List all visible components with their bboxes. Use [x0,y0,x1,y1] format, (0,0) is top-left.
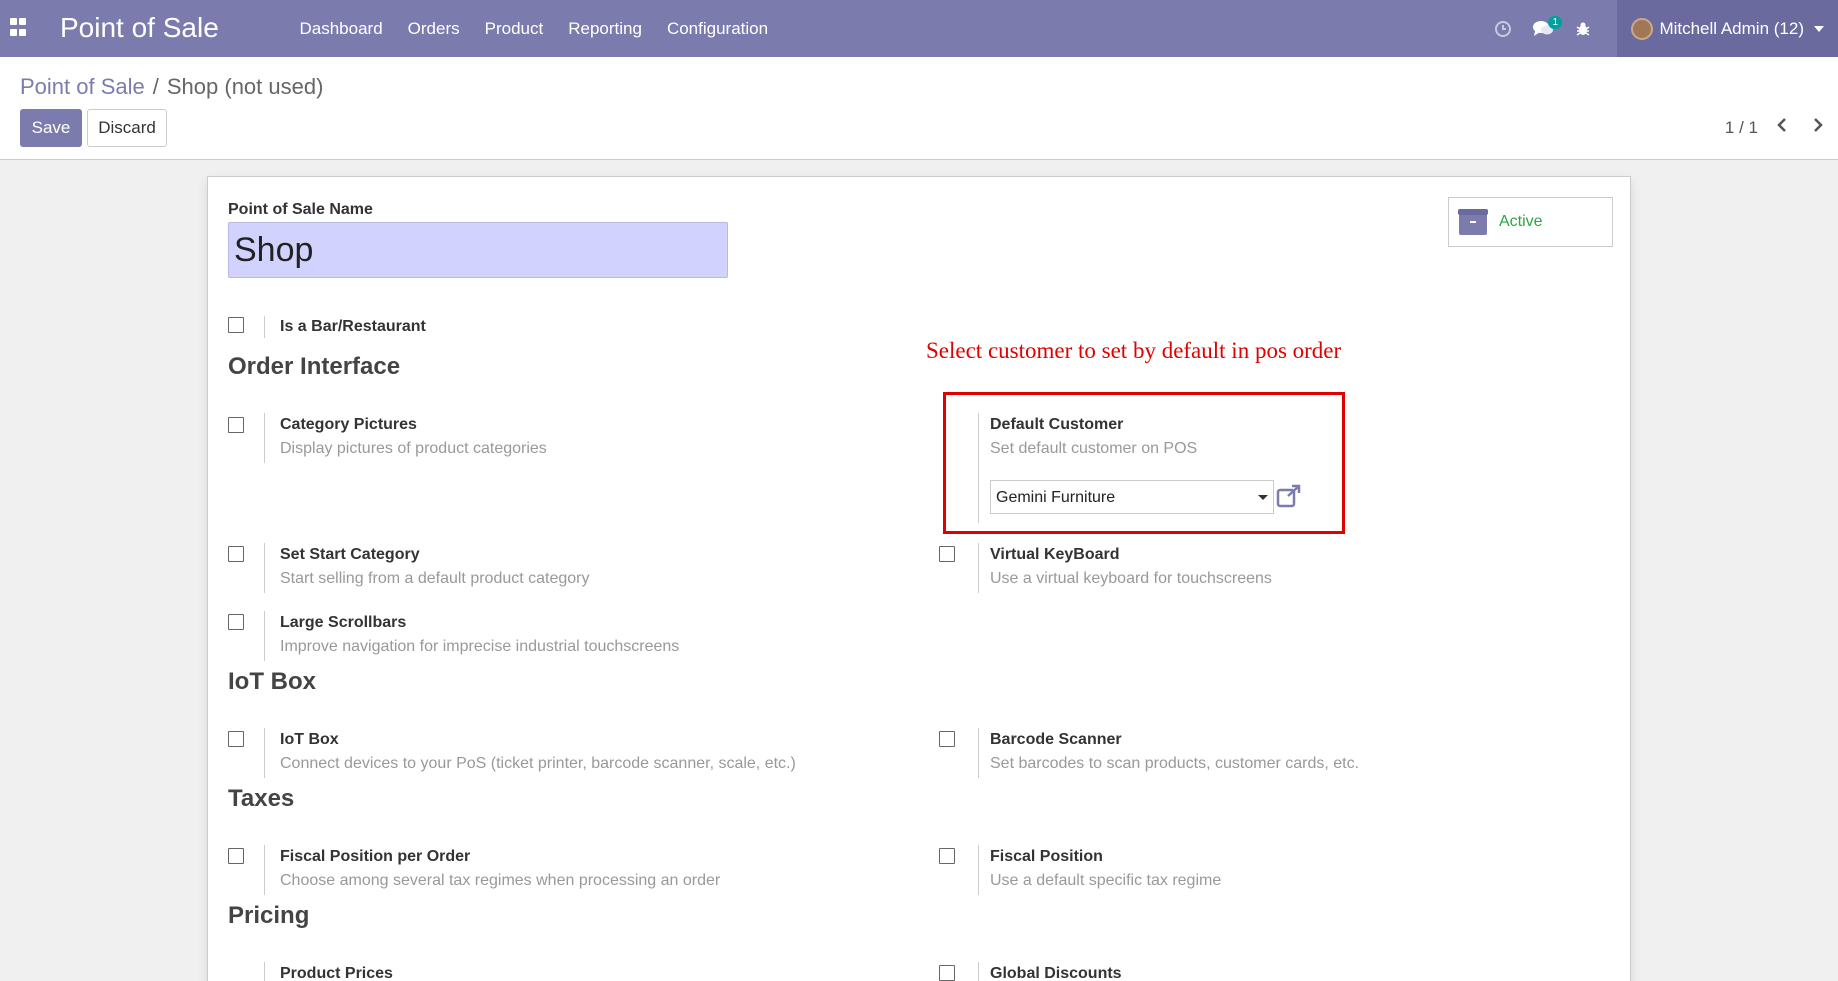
fiscal-position-per-order-checkbox[interactable] [228,848,244,864]
set-start-category-checkbox[interactable] [228,546,244,562]
apps-menu-icon[interactable] [10,18,30,38]
divider [978,728,979,778]
breadcrumb-separator: / [152,74,159,99]
barcode-scanner-title: Barcode Scanner [990,731,1122,748]
pos-name-label: Point of Sale Name [228,201,373,218]
divider [264,413,265,463]
divider [264,316,265,338]
pager-previous-icon[interactable] [1776,117,1788,138]
section-order-interface: Order Interface [228,353,401,380]
save-button[interactable]: Save [20,109,82,147]
user-menu[interactable]: Mitchell Admin (12) [1617,0,1838,57]
breadcrumb: Point of Sale / Shop (not used) [20,74,323,100]
section-taxes: Taxes [228,785,295,812]
chevron-down-icon [1814,25,1824,32]
archive-icon [1458,209,1488,235]
bar-restaurant-label: Is a Bar/Restaurant [280,318,426,335]
category-pictures-desc: Display pictures of product categories [280,440,547,457]
category-pictures-title: Category Pictures [280,416,417,433]
iot-box-title: IoT Box [280,731,339,748]
avatar [1631,17,1654,40]
global-discounts-title: Global Discounts [990,965,1122,981]
divider [978,413,979,523]
menu-orders[interactable]: Orders [395,19,472,39]
discard-button[interactable]: Discard [87,109,167,147]
fiscal-position-title: Fiscal Position [990,848,1103,865]
menu-configuration[interactable]: Configuration [654,19,780,39]
divider [264,845,265,895]
divider [978,962,979,981]
top-navbar: Point of Sale Dashboard Orders Product R… [0,0,1838,57]
active-label: Active [1499,213,1543,230]
divider [264,962,265,981]
fiscal-position-desc: Use a default specific tax regime [990,872,1222,889]
global-discounts-checkbox[interactable] [939,965,955,981]
barcode-scanner-desc: Set barcodes to scan products, customer … [990,755,1360,772]
form-sheet: Point of Sale Name Active Is a Bar/Resta… [207,176,1631,981]
dropdown-arrow-icon[interactable] [1258,495,1268,500]
menu-reporting[interactable]: Reporting [556,19,655,39]
menu-dashboard[interactable]: Dashboard [287,19,395,39]
pager-value[interactable]: 1 / 1 [1725,118,1758,138]
divider [978,543,979,593]
section-iot-box: IoT Box [228,668,316,695]
large-scrollbars-checkbox[interactable] [228,614,244,630]
iot-box-checkbox[interactable] [228,731,244,747]
activity-clock-icon[interactable] [1483,0,1523,57]
pos-name-input[interactable] [228,222,728,278]
fiscal-position-per-order-desc: Choose among several tax regimes when pr… [280,872,721,889]
debug-bug-icon[interactable] [1563,0,1603,57]
user-name: Mitchell Admin (12) [1659,18,1804,38]
virtual-keyboard-desc: Use a virtual keyboard for touchscreens [990,570,1272,587]
main-menu: Dashboard Orders Product Reporting Confi… [287,0,781,57]
fiscal-position-checkbox[interactable] [939,848,955,864]
default-customer-value: Gemini Furniture [996,489,1116,506]
virtual-keyboard-checkbox[interactable] [939,546,955,562]
app-brand[interactable]: Point of Sale [60,12,219,44]
control-panel: Point of Sale / Shop (not used) Save Disca… [0,57,1838,160]
fiscal-position-per-order-title: Fiscal Position per Order [280,848,471,865]
set-start-category-title: Set Start Category [280,546,420,563]
bar-restaurant-checkbox[interactable] [228,317,244,333]
annotation-text: Select customer to set by default in pos… [926,338,1342,363]
iot-box-desc: Connect devices to your PoS (ticket prin… [280,755,796,772]
default-customer-title: Default Customer [990,416,1124,433]
messages-icon[interactable]: 1 [1523,0,1563,57]
section-pricing: Pricing [228,902,310,929]
product-prices-title: Product Prices [280,965,393,981]
pager-next-icon[interactable] [1812,117,1824,138]
large-scrollbars-desc: Improve navigation for imprecise industr… [280,638,680,655]
systray: 1 Mitchell Admin (12) [1483,0,1838,57]
large-scrollbars-title: Large Scrollbars [280,614,407,631]
virtual-keyboard-title: Virtual KeyBoard [990,546,1120,563]
divider [264,543,265,593]
breadcrumb-root[interactable]: Point of Sale [20,74,145,99]
default-customer-select[interactable]: Gemini Furniture [990,480,1274,514]
set-start-category-desc: Start selling from a default product cat… [280,570,590,587]
breadcrumb-current: Shop (not used) [166,74,324,99]
barcode-scanner-checkbox[interactable] [939,731,955,747]
active-toggle-button[interactable]: Active [1448,197,1613,247]
divider [264,728,265,778]
external-link-icon[interactable] [1276,484,1302,513]
divider [264,611,265,661]
messages-badge: 1 [1548,16,1562,29]
default-customer-desc: Set default customer on POS [990,440,1198,457]
category-pictures-checkbox[interactable] [228,417,244,433]
divider [978,845,979,895]
menu-product[interactable]: Product [472,19,556,39]
